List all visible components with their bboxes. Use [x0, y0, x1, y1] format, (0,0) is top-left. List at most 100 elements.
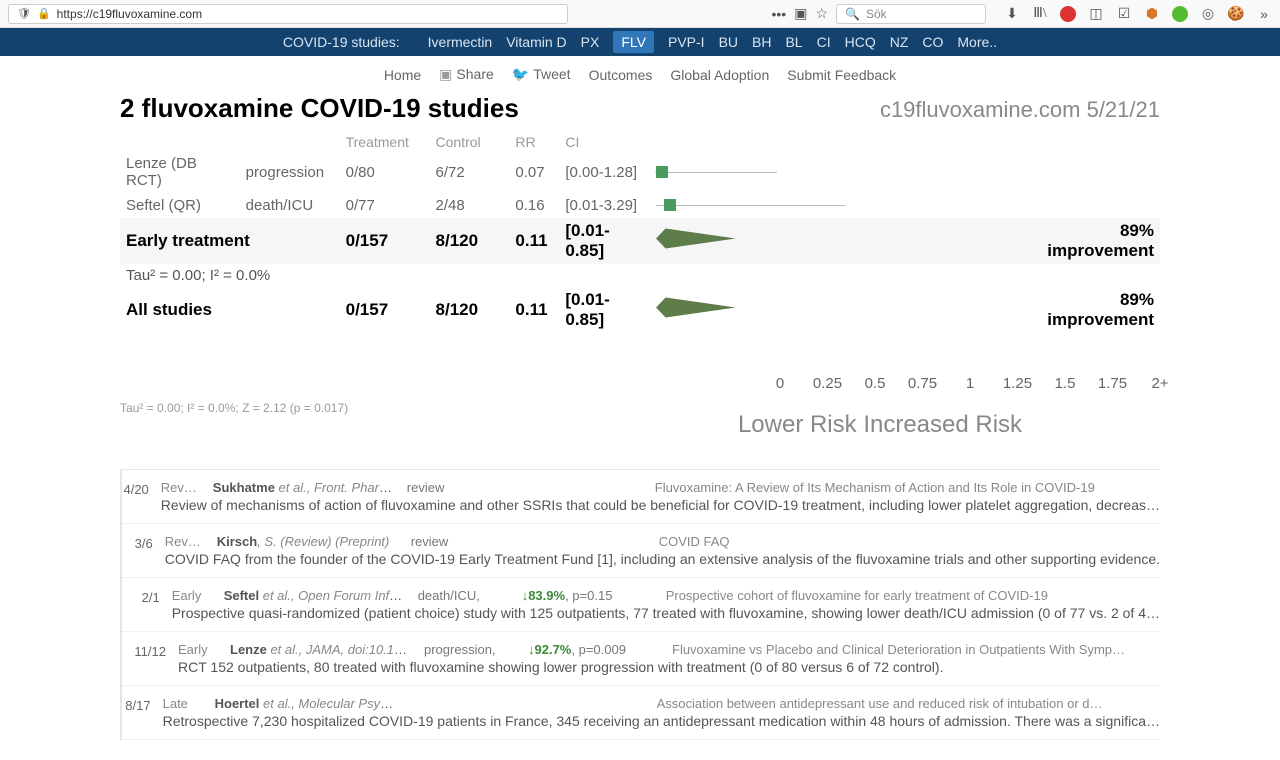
- nav-item-more-[interactable]: More..: [957, 34, 997, 50]
- subnav-share[interactable]: ▣Share: [439, 66, 494, 83]
- nav-item-flv[interactable]: FLV: [613, 31, 654, 53]
- reader-icon[interactable]: ▣: [794, 5, 807, 22]
- summary-name: Early treatment: [120, 218, 340, 264]
- list-date: 11/12: [122, 642, 166, 675]
- subnav-tweet[interactable]: 🐦Tweet: [512, 66, 571, 83]
- nav-item-vitamin-d[interactable]: Vitamin D: [506, 34, 566, 50]
- forest-marker: [655, 195, 1035, 215]
- browser-address-bar: 🛡 🔒 https://c19fluvoxamine.com ••• ▣ ☆ 🔍…: [0, 0, 1280, 28]
- study-ci: [0.00-1.28]: [559, 152, 649, 192]
- subnav-home[interactable]: Home: [384, 67, 421, 83]
- list-author: Lenze et al., JAMA, doi:10.100…: [230, 642, 410, 657]
- study-outcome: death/ICU: [240, 192, 340, 218]
- list-author: Sukhatme et al., Front. Pharm…: [213, 480, 393, 495]
- search-icon: 🔍: [845, 7, 860, 21]
- list-desc: Retrospective 7,230 hospitalized COVID-1…: [163, 713, 1160, 729]
- list-tag: Late: [163, 696, 201, 711]
- list-title: Fluvoxamine: A Review of Its Mechanism o…: [655, 480, 1160, 495]
- cookie-icon[interactable]: 🍪: [1228, 6, 1244, 22]
- study-control: 2/48: [430, 192, 510, 218]
- search-placeholder: Sök: [866, 7, 887, 21]
- extension-icon-2[interactable]: [1172, 6, 1188, 22]
- list-title: Prospective cohort of fluvoxamine for ea…: [666, 588, 1160, 603]
- list-date: 3/6: [122, 534, 153, 567]
- nav-item-hcq[interactable]: HCQ: [845, 34, 876, 50]
- study-treatment: 0/77: [340, 192, 430, 218]
- list-effect: ↓92.7%, p=0.009: [528, 642, 658, 657]
- summary-rr: 0.11: [509, 218, 559, 264]
- summary-treatment: 0/157: [340, 218, 430, 264]
- list-title: Fluvoxamine vs Placebo and Clinical Dete…: [672, 642, 1160, 657]
- study-name: Seftel (QR): [120, 192, 240, 218]
- summary-tau: Tau² = 0.00; I² = 0.0%: [120, 264, 1160, 287]
- list-item[interactable]: 4/20 Revi… Sukhatme et al., Front. Pharm…: [122, 470, 1160, 524]
- list-date: 8/17: [122, 696, 151, 729]
- url-bar[interactable]: 🛡 🔒 https://c19fluvoxamine.com: [8, 4, 568, 24]
- study-treatment: 0/80: [340, 152, 430, 192]
- more-icon[interactable]: •••: [771, 6, 786, 22]
- list-tag: Early: [178, 642, 216, 657]
- twitter-icon: 🐦: [512, 66, 529, 82]
- study-ci: [0.01-3.29]: [559, 192, 649, 218]
- shield-icon: 🛡: [17, 7, 31, 20]
- forest-diamond: [655, 300, 1035, 320]
- summary-treatment: 0/157: [340, 287, 430, 333]
- gear-icon[interactable]: ◎: [1200, 6, 1216, 22]
- subnav-outcomes[interactable]: Outcomes: [589, 67, 653, 83]
- summary-rr: 0.11: [509, 287, 559, 333]
- nav-item-bh[interactable]: BH: [752, 34, 771, 50]
- subnav-feedback[interactable]: Submit Feedback: [787, 67, 896, 83]
- subnav-adoption[interactable]: Global Adoption: [670, 67, 769, 83]
- nav-item-ivermectin[interactable]: Ivermectin: [428, 34, 493, 50]
- list-outcome: death/ICU,: [418, 588, 508, 603]
- nav-item-nz[interactable]: NZ: [890, 34, 909, 50]
- study-rr: 0.07: [509, 152, 559, 192]
- list-title: COVID FAQ: [659, 534, 1160, 549]
- download-icon[interactable]: ⬇: [1004, 6, 1020, 22]
- nav-item-pvp-i[interactable]: PVP-I: [668, 34, 705, 50]
- axis-tick: 0: [776, 375, 784, 392]
- list-item[interactable]: 11/12 Early Lenze et al., JAMA, doi:10.1…: [122, 632, 1160, 686]
- nav-item-co[interactable]: CO: [922, 34, 943, 50]
- list-author: Seftel et al., Open Forum Infec…: [224, 588, 404, 603]
- nav-item-bl[interactable]: BL: [785, 34, 802, 50]
- sidebar-icon[interactable]: ◫: [1088, 6, 1104, 22]
- list-tag: Early: [172, 588, 210, 603]
- forest-plot-table: Treatment Control RR CI Lenze (DB RCT) p…: [120, 132, 1160, 347]
- summary-ci: [0.01-0.85]: [559, 287, 649, 333]
- list-effect: ↓83.9%, p=0.15: [522, 588, 652, 603]
- study-control: 6/72: [430, 152, 510, 192]
- list-item[interactable]: 3/6 Revi… Kirsch, S. (Review) (Preprint)…: [122, 524, 1160, 578]
- list-date: 2/1: [122, 588, 160, 621]
- nav-item-bu[interactable]: BU: [719, 34, 738, 50]
- col-control: Control: [430, 132, 510, 152]
- list-outcome: review: [407, 480, 497, 495]
- forest-summary-row: Early treatment 0/157 8/120 0.11 [0.01-0…: [120, 218, 1160, 264]
- nav-label: COVID-19 studies:: [283, 34, 400, 50]
- study-list: 4/20 Revi… Sukhatme et al., Front. Pharm…: [120, 469, 1160, 740]
- forest-row: Lenze (DB RCT) progression 0/80 6/72 0.0…: [120, 152, 1160, 192]
- overflow-icon[interactable]: »: [1256, 6, 1272, 22]
- list-author: Hoertel et al., Molecular Psychiatry, do…: [215, 696, 395, 711]
- nav-item-px[interactable]: PX: [581, 34, 600, 50]
- axis-tick: 1: [966, 375, 974, 392]
- axis-tick: 0.25: [813, 375, 842, 392]
- col-treatment: Treatment: [340, 132, 430, 152]
- star-icon[interactable]: ☆: [815, 5, 828, 22]
- list-outcome: review: [411, 534, 501, 549]
- list-date: 4/20: [122, 480, 149, 513]
- summary-ci: [0.01-0.85]: [559, 218, 649, 264]
- toolbar: ⬇ Ⅲ\ ◫ ☑ ⬢ ◎ 🍪 »: [994, 6, 1272, 22]
- adblock-icon[interactable]: [1060, 6, 1076, 22]
- search-input[interactable]: 🔍 Sök: [836, 4, 986, 24]
- extension-icon-1[interactable]: ⬢: [1144, 6, 1160, 22]
- page-meta: c19fluvoxamine.com 5/21/21: [880, 97, 1160, 123]
- checkbox-icon[interactable]: ☑: [1116, 6, 1132, 22]
- summary-control: 8/120: [430, 287, 510, 333]
- library-icon[interactable]: Ⅲ\: [1032, 6, 1048, 22]
- nav-item-ci[interactable]: CI: [817, 34, 831, 50]
- list-item[interactable]: 8/17 Late Hoertel et al., Molecular Psyc…: [122, 686, 1160, 740]
- col-rr: RR: [509, 132, 559, 152]
- list-item[interactable]: 2/1 Early Seftel et al., Open Forum Infe…: [122, 578, 1160, 632]
- study-name: Lenze (DB RCT): [120, 152, 240, 192]
